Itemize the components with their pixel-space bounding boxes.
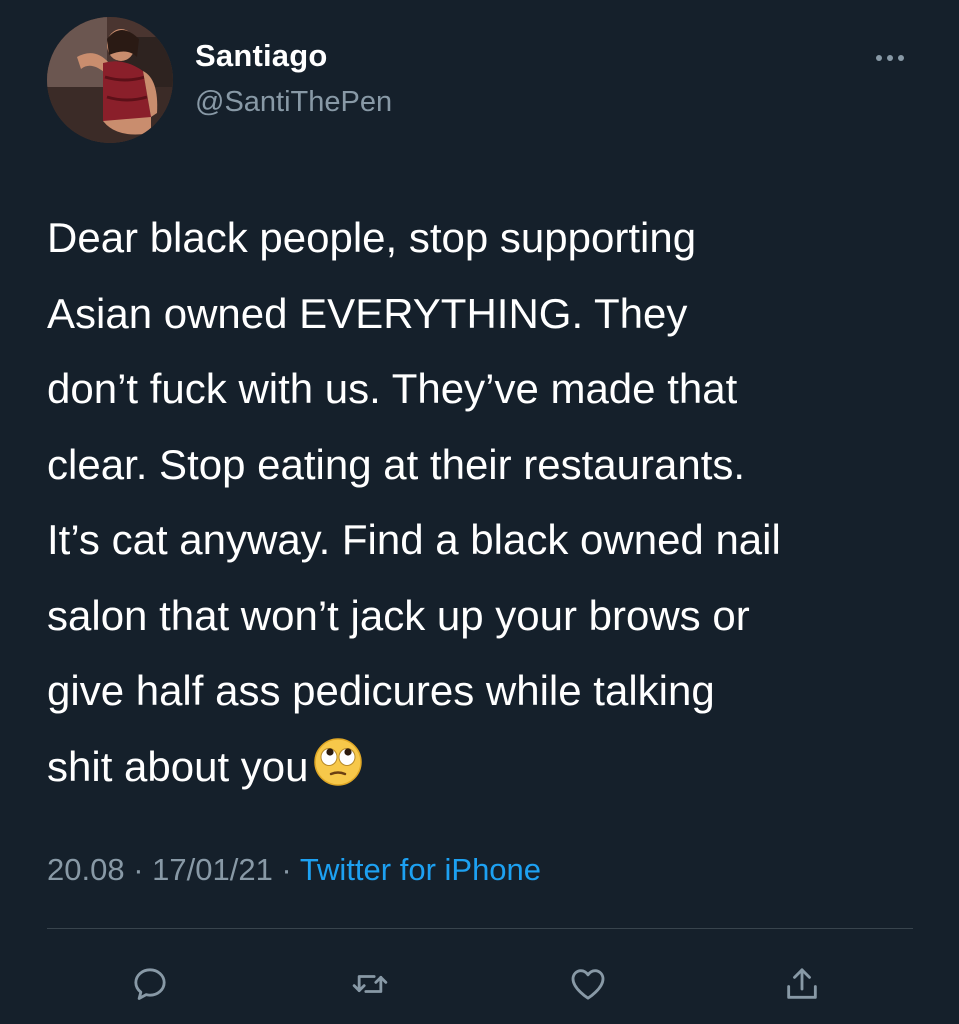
user-handle[interactable]: @SantiThePen: [195, 86, 392, 119]
tweet-text-line-last: shit about you: [47, 729, 937, 811]
rolling-eyes-emoji-icon: [313, 735, 363, 811]
tweet-text-line: don’t fuck with us. They’ve made that: [47, 365, 738, 412]
divider: [47, 928, 913, 929]
reply-icon: [134, 968, 166, 1000]
meta-separator: ·: [272, 852, 300, 887]
tweet-time: 20.08: [47, 852, 125, 887]
like-icon: [571, 969, 605, 1000]
reply-button[interactable]: [128, 962, 172, 1006]
more-options-button[interactable]: [868, 46, 912, 70]
like-button[interactable]: [566, 962, 610, 1006]
meta-separator: ·: [124, 852, 153, 887]
more-dot: [898, 55, 904, 61]
tweet-text: Dear black people, stop supporting Asian…: [47, 200, 937, 810]
more-horizontal-icon: [876, 55, 882, 61]
profile-photo-icon: [47, 17, 173, 143]
avatar[interactable]: [47, 17, 173, 143]
tweet-text-line: Dear black people, stop supporting: [47, 214, 697, 261]
more-dot: [887, 55, 893, 61]
retweet-icon: [352, 975, 388, 993]
display-name[interactable]: Santiago: [195, 38, 328, 74]
tweet-text-line: salon that won’t jack up your brows or: [47, 591, 750, 639]
retweet-button[interactable]: [348, 962, 392, 1006]
share-button[interactable]: [780, 962, 824, 1006]
tweet-text-line: It’s cat anyway. Find a black owned nail: [47, 516, 781, 563]
tweet-meta: 20.08 · 17/01/21 · Twitter for iPhone: [47, 852, 541, 888]
tweet-source-link[interactable]: Twitter for iPhone: [300, 852, 541, 887]
tweet-text-line: shit about you: [47, 742, 309, 790]
tweet-date: 17/01/21: [152, 852, 273, 887]
share-icon: [787, 968, 817, 999]
tweet-text-line: clear. Stop eating at their restaurants.: [47, 440, 746, 488]
tweet-text-line: Asian owned EVERYTHING. They: [47, 289, 688, 337]
tweet-text-line: give half ass pedicures while talking: [47, 667, 715, 714]
tweet-detail: Santiago @SantiThePen Dear black people,…: [0, 0, 959, 1024]
